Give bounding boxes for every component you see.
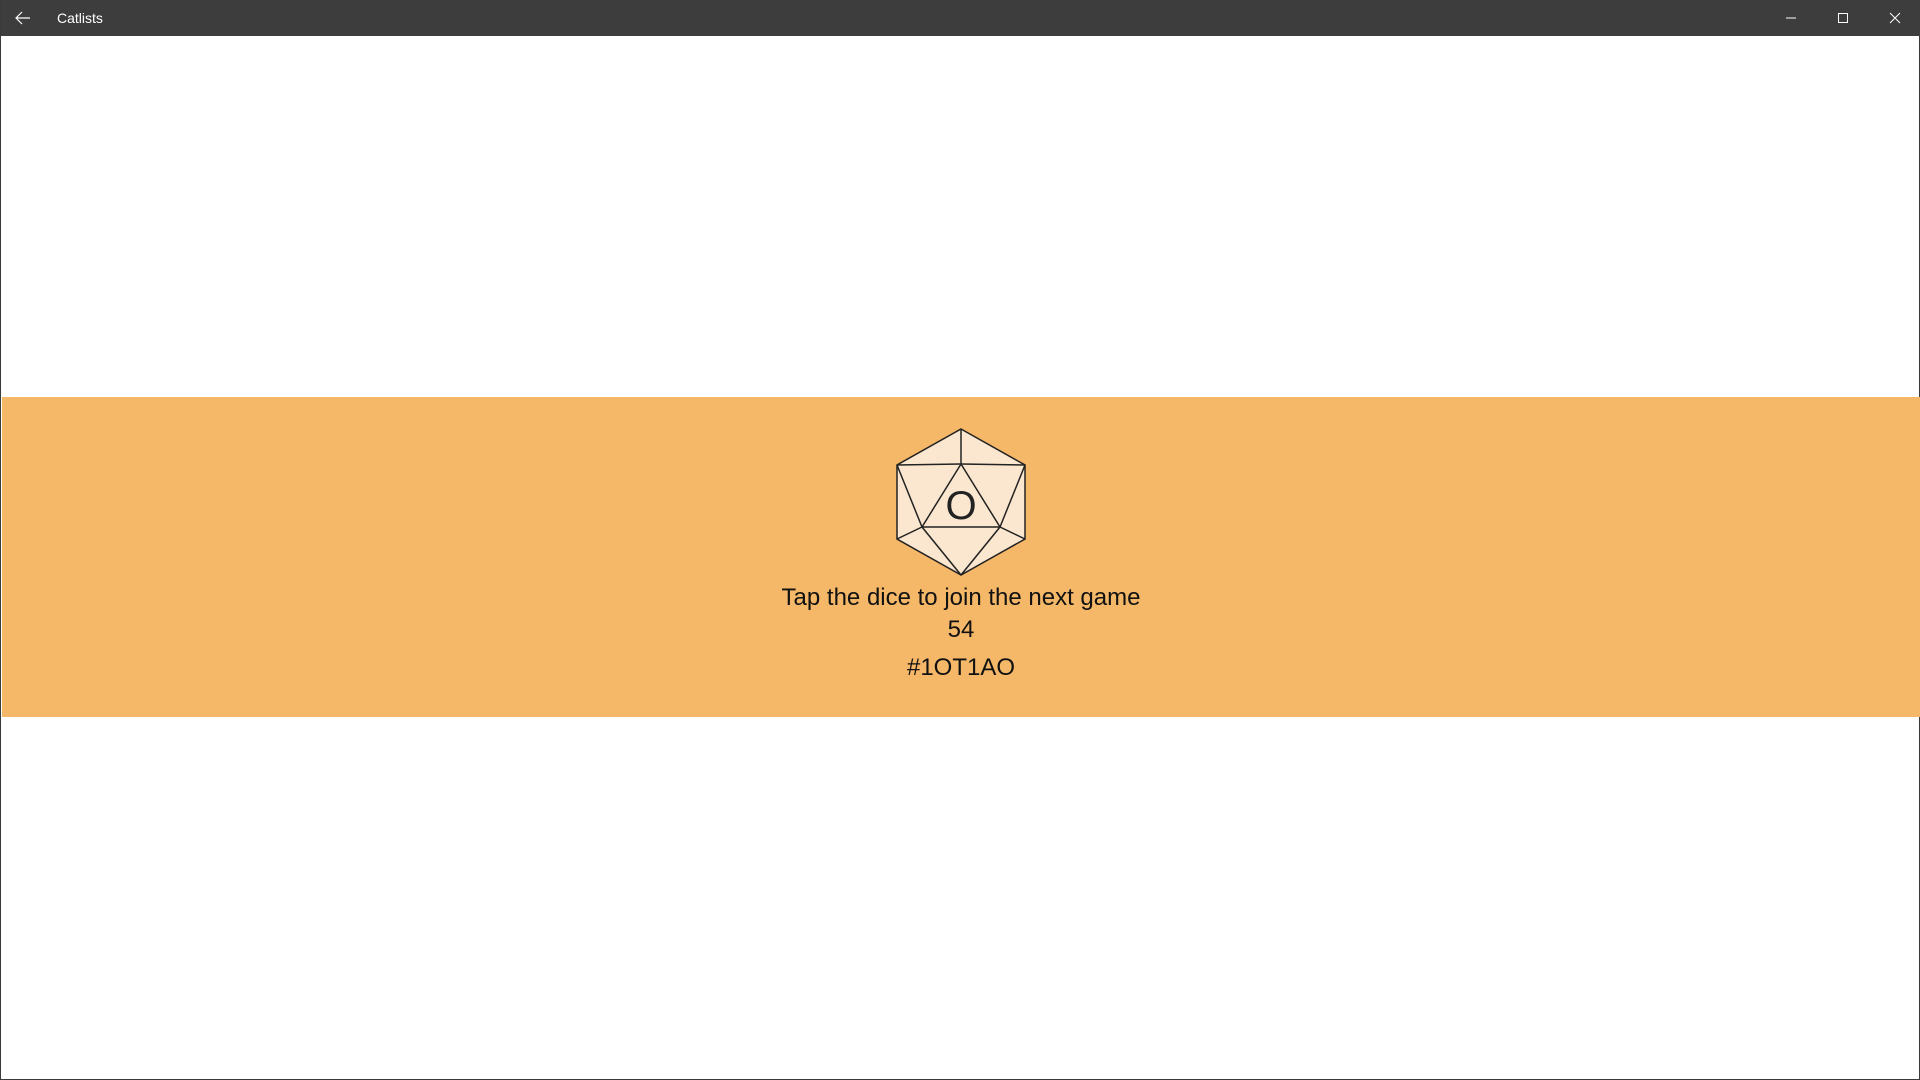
close-icon: [1889, 12, 1901, 24]
game-code: #1OT1AO: [906, 654, 1016, 681]
back-arrow-icon: [15, 11, 30, 25]
maximize-icon: [1838, 13, 1848, 23]
title-bar: Catlists: [1, 0, 1920, 36]
minimize-button[interactable]: [1765, 0, 1817, 36]
app-window: Catlists O Tap the dice to join the next…: [0, 0, 1920, 1080]
player-count: 54: [947, 616, 975, 643]
join-prompt: Tap the dice to join the next game: [781, 584, 1141, 611]
minimize-icon: [1786, 17, 1796, 19]
dice-button[interactable]: O: [895, 427, 1027, 577]
d20-dice-icon: [896, 428, 1026, 576]
maximize-button[interactable]: [1817, 0, 1869, 36]
caption-buttons: [1765, 0, 1920, 36]
back-button[interactable]: [1, 0, 45, 36]
close-button[interactable]: [1869, 0, 1920, 36]
window-title: Catlists: [57, 10, 103, 26]
